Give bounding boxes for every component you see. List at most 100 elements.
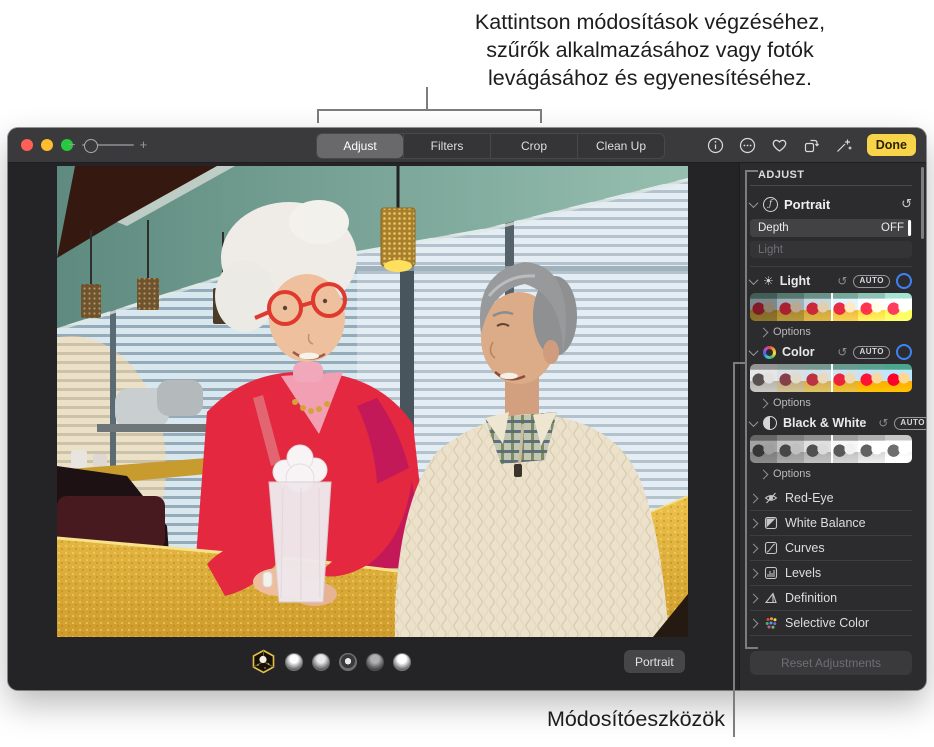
portrait-light-label: Light bbox=[758, 243, 783, 256]
favorite-icon[interactable] bbox=[771, 137, 788, 154]
portrait-badge[interactable]: Portrait bbox=[624, 650, 685, 673]
section-color-header[interactable]: Color ↺ AUTO bbox=[748, 344, 912, 360]
row-noise-reduction[interactable]: Noise Reduction bbox=[750, 635, 912, 642]
row-white-balance[interactable]: White Balance bbox=[748, 510, 912, 535]
bw-thumb[interactable] bbox=[804, 435, 831, 463]
chevron-right-icon bbox=[758, 327, 769, 337]
color-thumb[interactable] bbox=[777, 364, 804, 392]
zoom-out-icon[interactable]: − bbox=[68, 137, 76, 153]
depth-value: OFF bbox=[881, 222, 904, 234]
enable-toggle-circle[interactable] bbox=[896, 273, 912, 289]
enable-toggle-circle[interactable] bbox=[896, 344, 912, 360]
color-thumb[interactable] bbox=[885, 364, 912, 392]
auto-button[interactable]: AUTO bbox=[894, 416, 926, 430]
depth-slider-handle[interactable] bbox=[908, 220, 911, 236]
color-thumb[interactable] bbox=[831, 364, 858, 392]
lighting-sphere-icon[interactable] bbox=[312, 652, 330, 671]
tab-filters[interactable]: Filters bbox=[403, 134, 490, 158]
minimize-button[interactable] bbox=[41, 139, 53, 151]
tab-clean-up[interactable]: Clean Up bbox=[577, 134, 664, 158]
auto-button[interactable]: AUTO bbox=[853, 274, 890, 288]
lighting-sphere-icon[interactable] bbox=[366, 652, 384, 671]
light-thumb[interactable] bbox=[804, 293, 831, 321]
light-thumb[interactable] bbox=[858, 293, 885, 321]
lighting-sphere-icon[interactable] bbox=[339, 652, 357, 671]
callout-leader-line bbox=[733, 362, 735, 737]
light-thumb[interactable] bbox=[777, 293, 804, 321]
edit-mode-segmented-control: Adjust Filters Crop Clean Up bbox=[316, 133, 665, 159]
bw-thumb[interactable] bbox=[831, 435, 858, 463]
zoom-in-icon[interactable]: + bbox=[140, 137, 148, 153]
done-button[interactable]: Done bbox=[866, 134, 916, 156]
lighting-sphere-icon[interactable] bbox=[285, 652, 303, 671]
section-light-header[interactable]: ☀ Light ↺ AUTO bbox=[748, 273, 912, 289]
tab-adjust[interactable]: Adjust bbox=[317, 134, 403, 158]
adjust-scroll-area[interactable]: ADJUST ƒ Portrait ↺ Depth OFF Light ☀ Li… bbox=[740, 163, 926, 642]
undo-icon[interactable]: ↺ bbox=[837, 345, 847, 359]
screenshot-stage: Kattintson módosítások végzéséhez, szűrő… bbox=[0, 0, 934, 747]
row-label: Curves bbox=[785, 541, 825, 555]
row-label: Red-Eye bbox=[785, 491, 834, 505]
rotate-icon[interactable] bbox=[803, 137, 820, 154]
section-black-white-header[interactable]: Black & White ↺ AUTO bbox=[748, 416, 926, 430]
light-thumbnail-strip[interactable] bbox=[750, 293, 912, 321]
light-options-row[interactable]: Options bbox=[758, 326, 912, 338]
chevron-right-icon bbox=[758, 469, 769, 479]
zoom-slider-track[interactable] bbox=[81, 139, 134, 153]
black-white-options-row[interactable]: Options bbox=[758, 468, 912, 480]
auto-enhance-icon[interactable] bbox=[835, 137, 852, 154]
undo-icon[interactable]: ↺ bbox=[878, 416, 888, 430]
row-curves[interactable]: Curves bbox=[748, 535, 912, 560]
row-label: White Balance bbox=[785, 516, 866, 530]
close-button[interactable] bbox=[21, 139, 33, 151]
row-levels[interactable]: Levels bbox=[748, 560, 912, 585]
more-icon[interactable] bbox=[739, 137, 756, 154]
auto-button[interactable]: AUTO bbox=[853, 345, 890, 359]
color-thumbnail-strip[interactable] bbox=[750, 364, 912, 392]
chevron-right-icon bbox=[758, 398, 769, 408]
light-thumb[interactable] bbox=[885, 293, 912, 321]
bw-thumb[interactable] bbox=[885, 435, 912, 463]
zoom-slider-knob[interactable] bbox=[83, 139, 98, 153]
color-thumb[interactable] bbox=[858, 364, 885, 392]
color-options-row[interactable]: Options bbox=[758, 397, 912, 409]
row-selective-color[interactable]: Selective Color bbox=[748, 610, 912, 635]
photos-window: − + Adjust Filters Crop Clean Up Done Po… bbox=[8, 128, 926, 690]
color-thumb[interactable] bbox=[804, 364, 831, 392]
callout-top-stem bbox=[426, 87, 428, 110]
natural-light-hexagon-icon[interactable] bbox=[251, 649, 276, 674]
section-portrait-label: Portrait bbox=[784, 196, 831, 212]
sidebar-title: ADJUST bbox=[758, 169, 805, 181]
sidebar-title-rule bbox=[750, 185, 912, 186]
curves-icon bbox=[764, 541, 778, 555]
reset-adjustments-button[interactable]: Reset Adjustments bbox=[750, 651, 912, 675]
options-label: Options bbox=[773, 397, 811, 409]
noise-reduction-icon bbox=[767, 641, 775, 642]
undo-icon[interactable]: ↺ bbox=[901, 198, 912, 211]
selective-color-icon bbox=[765, 617, 777, 629]
sidebar-scrollbar[interactable] bbox=[921, 167, 924, 239]
editor-canvas: Portrait bbox=[8, 163, 740, 690]
color-wheel-icon bbox=[763, 345, 776, 359]
callout-line-2: szűrők alkalmazásához vagy fotók bbox=[486, 38, 814, 62]
light-thumb[interactable] bbox=[831, 293, 858, 321]
red-eye-icon bbox=[764, 492, 778, 504]
row-definition[interactable]: Definition bbox=[748, 585, 912, 610]
portrait-light-row[interactable]: Light bbox=[750, 241, 912, 258]
row-red-eye[interactable]: Red-Eye bbox=[748, 486, 912, 510]
depth-slider[interactable]: Depth OFF bbox=[750, 219, 912, 237]
lighting-sphere-icon[interactable] bbox=[393, 652, 411, 671]
bw-thumb[interactable] bbox=[777, 435, 804, 463]
row-label: Selective Color bbox=[785, 616, 870, 630]
callout-bottom-text: Módosítóeszközök bbox=[546, 707, 725, 731]
options-label: Options bbox=[773, 468, 811, 480]
callout-top-text: Kattintson módosítások végzéséhez, szűrő… bbox=[400, 8, 900, 92]
info-icon[interactable] bbox=[707, 137, 724, 154]
undo-icon[interactable]: ↺ bbox=[837, 274, 847, 288]
bw-thumb[interactable] bbox=[858, 435, 885, 463]
toolbar-right-icons: Done bbox=[707, 128, 916, 162]
section-portrait-header[interactable]: ƒ Portrait ↺ bbox=[748, 196, 912, 212]
section-divider bbox=[750, 266, 912, 267]
tab-crop[interactable]: Crop bbox=[490, 134, 577, 158]
black-white-thumbnail-strip[interactable] bbox=[750, 435, 912, 463]
